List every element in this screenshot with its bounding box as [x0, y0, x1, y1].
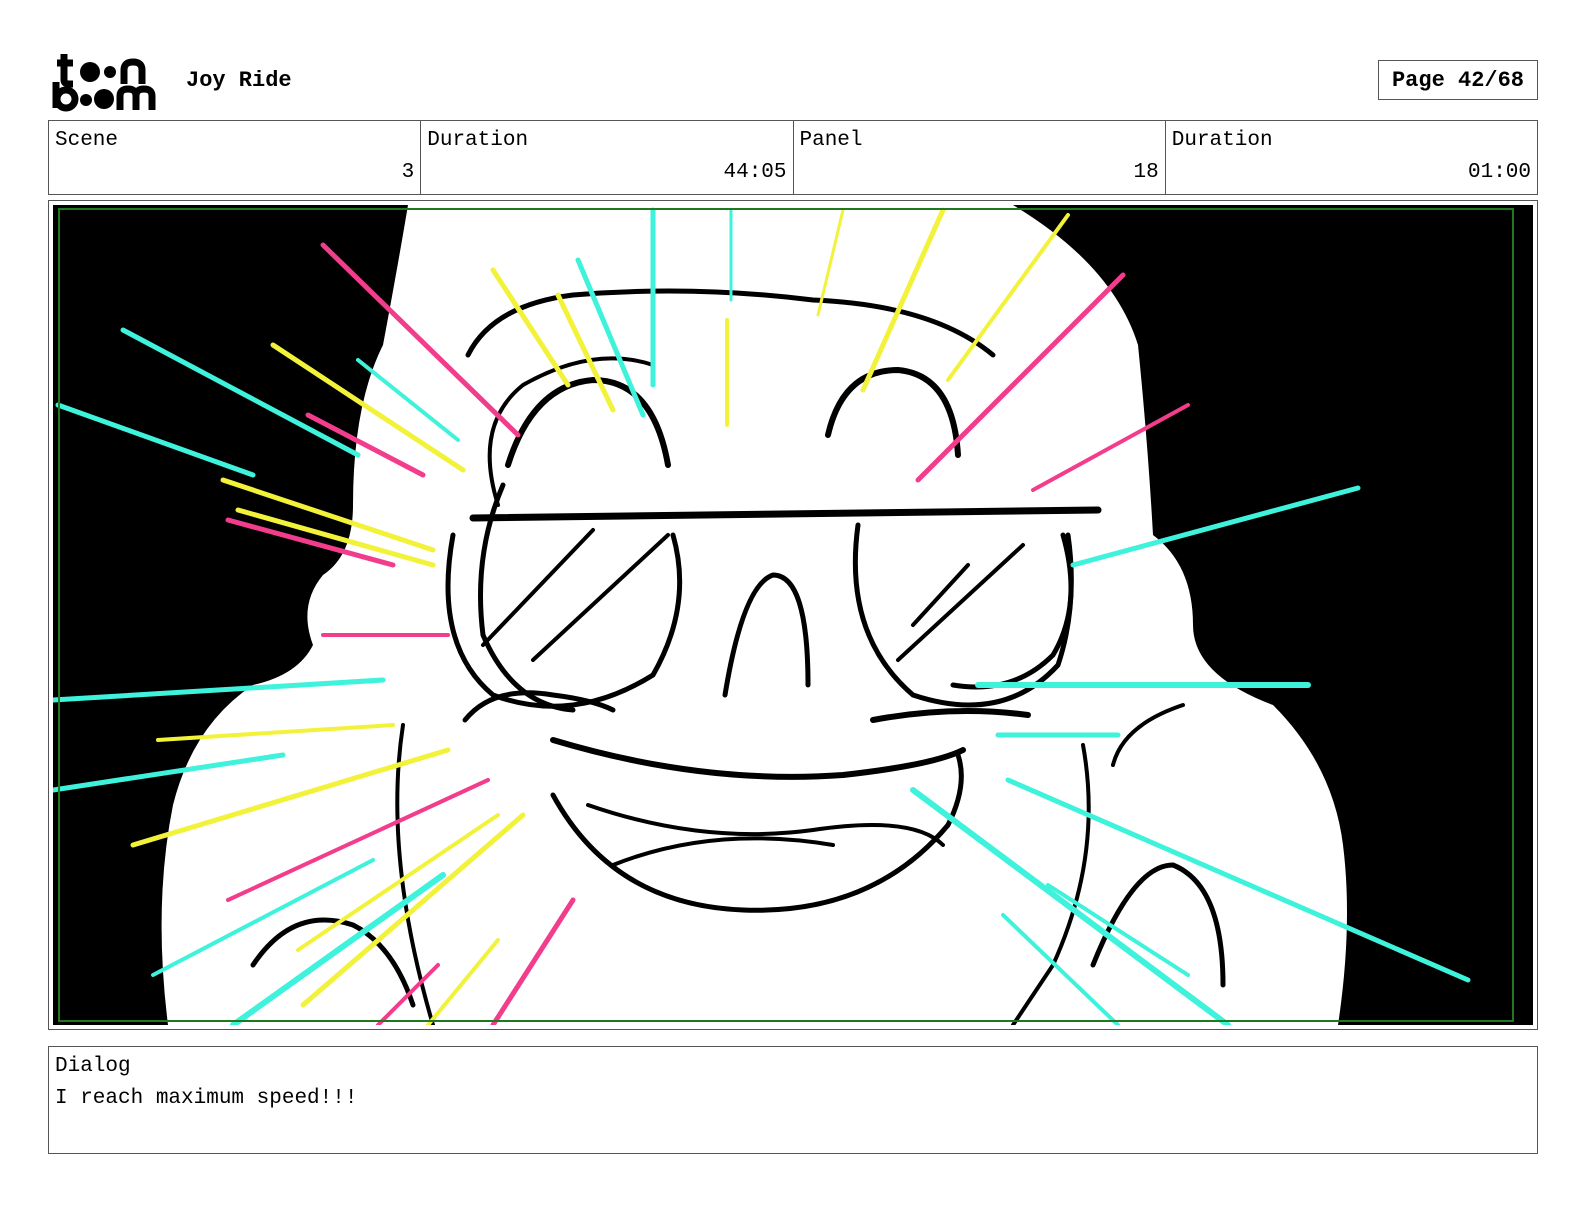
- scene-value: 3: [401, 161, 415, 184]
- panel-duration-value: 01:00: [1467, 161, 1531, 184]
- panel-value: 18: [1133, 161, 1159, 184]
- panel-cell: Panel 18: [794, 121, 1166, 194]
- dialog-box: Dialog I reach maximum speed!!!: [48, 1046, 1538, 1154]
- panel-duration-cell: Duration 01:00: [1166, 121, 1537, 194]
- project-title: Joy Ride: [186, 68, 292, 93]
- toon-boom-logo: [50, 50, 165, 112]
- scene-duration-label: Duration: [427, 129, 529, 152]
- scene-duration-cell: Duration 44:05: [421, 121, 794, 194]
- dialog-label: Dialog: [55, 1055, 131, 1078]
- page-indicator: Page 42/68: [1378, 60, 1538, 100]
- scene-duration-value: 44:05: [723, 161, 787, 184]
- storyboard-panel: [48, 200, 1538, 1030]
- panel-duration-label: Duration: [1171, 129, 1273, 152]
- scene-label: Scene: [55, 129, 119, 152]
- panel-label: Panel: [799, 129, 863, 152]
- scene-cell: Scene 3: [49, 121, 422, 194]
- panel-info-row: Scene 3 Duration 44:05 Panel 18 Duration…: [48, 120, 1538, 195]
- panel-drawing: [53, 205, 1533, 1025]
- dialog-text: I reach maximum speed!!!: [55, 1087, 358, 1110]
